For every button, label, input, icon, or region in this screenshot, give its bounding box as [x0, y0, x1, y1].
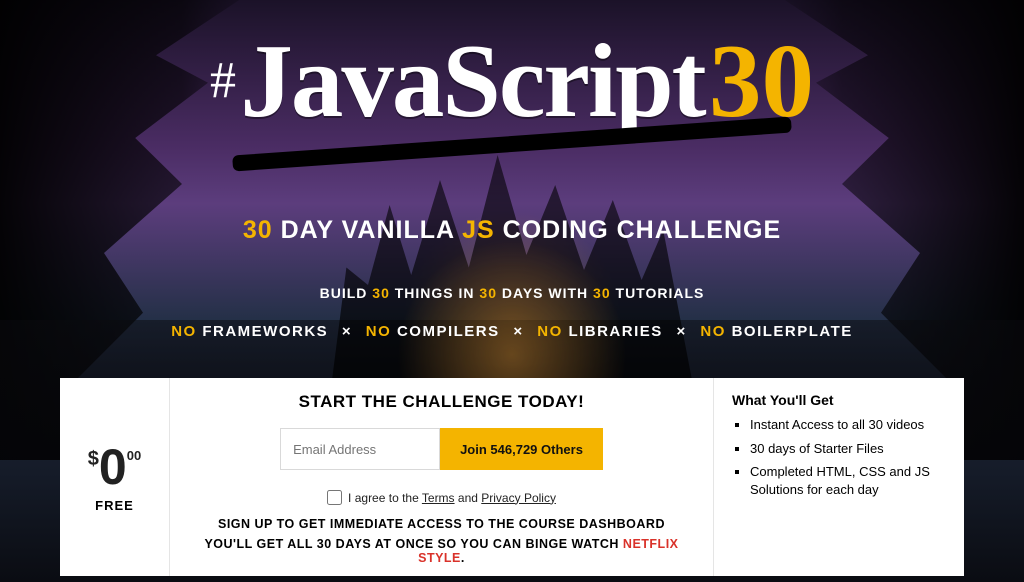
list-item: Completed HTML, CSS and JS Solutions for…: [750, 463, 948, 498]
signup-form: Join 546,729 Others: [198, 428, 685, 470]
price-amount: 0: [99, 442, 127, 492]
terms-link[interactable]: Terms: [422, 491, 455, 505]
list-item: 30 days of Starter Files: [750, 440, 948, 458]
taglines: 30 DAY VANILLA JS CODING CHALLENGE BUILD…: [0, 216, 1024, 340]
signup-line-2: YOU'LL GET ALL 30 DAYS AT ONCE SO YOU CA…: [198, 537, 685, 565]
price: $ 0 00: [88, 442, 141, 492]
benefits-title: What You'll Get: [732, 392, 948, 408]
agree-row: I agree to the Terms and Privacy Policy: [198, 490, 685, 505]
signup-line-1: SIGN UP TO GET IMMEDIATE ACCESS TO THE C…: [198, 517, 685, 531]
tagline-main: 30 DAY VANILLA JS CODING CHALLENGE: [0, 216, 1024, 245]
price-cents: 00: [127, 448, 141, 463]
benefits-column: What You'll Get Instant Access to all 30…: [714, 378, 964, 576]
logo-text: JavaScript: [240, 20, 704, 141]
agree-text: I agree to the: [348, 491, 422, 505]
benefits-list: Instant Access to all 30 videos 30 days …: [732, 416, 948, 498]
agree-checkbox[interactable]: [327, 490, 342, 505]
email-field[interactable]: [280, 428, 440, 470]
list-item: Instant Access to all 30 videos: [750, 416, 948, 434]
price-label: FREE: [95, 498, 134, 513]
signup-title: START THE CHALLENGE TODAY!: [198, 392, 685, 412]
logo-wordmark: # JavaScript 30: [192, 20, 832, 141]
join-button[interactable]: Join 546,729 Others: [440, 428, 603, 470]
logo-hash: #: [210, 51, 236, 110]
signup-card: $ 0 00 FREE START THE CHALLENGE TODAY! J…: [60, 378, 964, 576]
price-column: $ 0 00 FREE: [60, 378, 170, 576]
tagline-sub: BUILD 30 THINGS IN 30 DAYS WITH 30 TUTOR…: [0, 285, 1024, 301]
signup-column: START THE CHALLENGE TODAY! Join 546,729 …: [170, 378, 714, 576]
privacy-link[interactable]: Privacy Policy: [481, 491, 556, 505]
price-currency: $: [88, 448, 99, 471]
tagline-nos: NO FRAMEWORKS × NO COMPILERS × NO LIBRAR…: [0, 323, 1024, 340]
